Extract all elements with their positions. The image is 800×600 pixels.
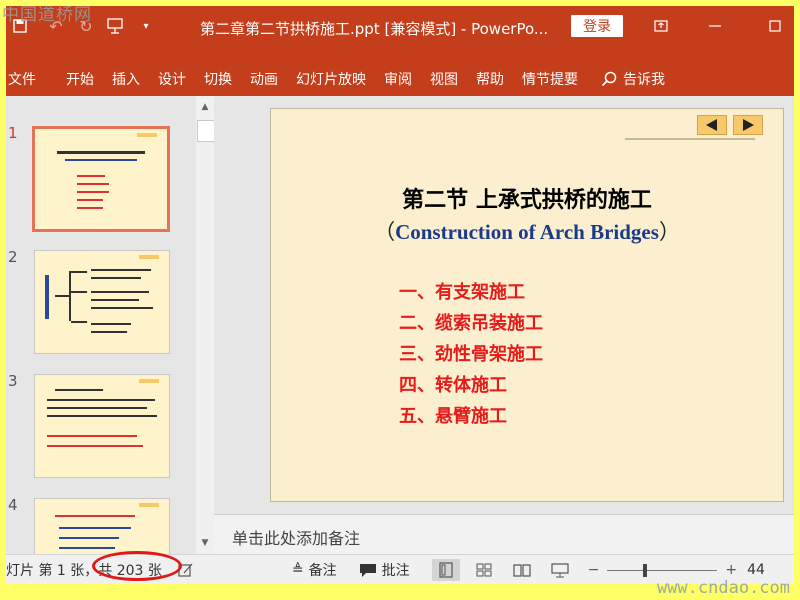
- slide-thumbnail-4[interactable]: [34, 498, 170, 554]
- slide-number-2: 2: [8, 248, 18, 266]
- zoom-level[interactable]: 44: [747, 562, 765, 578]
- tab-review[interactable]: 审阅: [375, 69, 421, 89]
- notes-icon: ≜: [291, 562, 304, 578]
- search-icon: [601, 71, 617, 87]
- notes-label: 备注: [308, 563, 337, 579]
- list-item: 三、劲性骨架施工: [399, 344, 543, 365]
- subtitle-english: Construction of Arch Bridges: [395, 220, 659, 244]
- scroll-up-arrow-icon[interactable]: ▲: [198, 100, 212, 114]
- next-arrow-icon[interactable]: [733, 115, 763, 135]
- slide-outline-list: 一、有支架施工 二、缆索吊装施工 三、劲性骨架施工 四、转体施工 五、悬臂施工: [399, 277, 543, 432]
- maximize-icon[interactable]: [760, 12, 790, 40]
- notes-placeholder: 单击此处添加备注: [232, 529, 361, 548]
- notes-pane[interactable]: 单击此处添加备注: [214, 514, 794, 555]
- present-icon[interactable]: [102, 12, 130, 40]
- slide-editor: 第二节 上承式拱桥的施工 （Construction of Arch Bridg…: [214, 96, 794, 514]
- zoom-slider[interactable]: [607, 563, 718, 577]
- slide-number-4: 4: [8, 496, 18, 514]
- tell-me-search[interactable]: 告诉我: [601, 69, 665, 89]
- slide-nav-arrows: [697, 115, 763, 135]
- slide-thumbnail-1[interactable]: [32, 126, 170, 232]
- tab-transitions[interactable]: 切换: [195, 69, 241, 89]
- comments-label: 批注: [381, 563, 410, 579]
- slideshow-view-icon[interactable]: [546, 559, 574, 581]
- tab-slideshow[interactable]: 幻灯片放映: [287, 69, 375, 89]
- tab-view[interactable]: 视图: [421, 69, 467, 89]
- document-title: 第二章第二节拱桥施工.ppt [兼容模式] - PowerPo...: [200, 20, 549, 38]
- zoom-out-icon[interactable]: −: [588, 562, 600, 578]
- minimize-icon[interactable]: [700, 12, 730, 40]
- list-item: 二、缆索吊装施工: [399, 313, 543, 334]
- tell-me-label: 告诉我: [623, 72, 665, 88]
- tab-insert[interactable]: 插入: [103, 69, 149, 89]
- customize-qa-icon[interactable]: ▾: [132, 12, 160, 40]
- thumbnail-scrollbar[interactable]: ▲ ▼: [196, 96, 215, 554]
- list-item: 四、转体施工: [399, 375, 507, 396]
- tab-design[interactable]: 设计: [149, 69, 195, 89]
- login-button[interactable]: 登录: [571, 15, 623, 37]
- comments-button[interactable]: 批注: [359, 560, 410, 580]
- title-bar: ↶ ↻ ▾ 第二章第二节拱桥施工.ppt [兼容模式] - PowerPo...…: [6, 6, 794, 62]
- notes-button[interactable]: ≜ 备注: [292, 560, 337, 580]
- list-item: 一、有支架施工: [399, 282, 525, 303]
- tab-help[interactable]: 帮助: [467, 69, 513, 89]
- ribbon-display-icon[interactable]: [646, 12, 676, 40]
- scroll-down-arrow-icon[interactable]: ▼: [198, 536, 212, 550]
- comment-icon: [359, 563, 376, 577]
- tab-animations[interactable]: 动画: [241, 69, 287, 89]
- slide-sorter-icon[interactable]: [470, 559, 498, 581]
- tab-file[interactable]: 文件: [6, 69, 45, 89]
- slide-number-1: 1: [8, 124, 18, 142]
- slide-subtitle: （Construction of Arch Bridges）: [271, 216, 783, 246]
- slide-thumbnail-pane: 1 2 3 4: [6, 96, 196, 554]
- tab-storyboard[interactable]: 情节提要: [513, 69, 587, 89]
- prev-arrow-icon[interactable]: [697, 115, 727, 135]
- tab-home[interactable]: 开始: [57, 69, 103, 89]
- scrollbar-thumb[interactable]: [197, 120, 215, 142]
- zoom-in-icon[interactable]: +: [725, 562, 737, 578]
- watermark-top: 中国道桥网: [2, 5, 92, 25]
- powerpoint-window: ↶ ↻ ▾ 第二章第二节拱桥施工.ppt [兼容模式] - PowerPo...…: [6, 6, 794, 594]
- normal-view-icon[interactable]: [431, 559, 460, 581]
- watermark-bottom: www.cndao.com: [656, 578, 790, 598]
- subtitle-close-paren: ）: [658, 220, 680, 244]
- slide-thumbnail-3[interactable]: [34, 374, 170, 478]
- current-slide[interactable]: 第二节 上承式拱桥的施工 （Construction of Arch Bridg…: [270, 108, 784, 502]
- ribbon-tabs: 文件 开始 插入 设计 切换 动画 幻灯片放映 审阅 视图 帮助 情节提要 告诉…: [6, 62, 794, 96]
- reading-view-icon[interactable]: [508, 559, 536, 581]
- list-item: 五、悬臂施工: [399, 406, 507, 427]
- annotation-circle: [92, 551, 182, 581]
- subtitle-open-paren: （: [374, 220, 396, 244]
- slide-header-rule: [625, 138, 755, 140]
- slide-title: 第二节 上承式拱桥的施工: [402, 187, 652, 213]
- slide-thumbnail-2[interactable]: [34, 250, 170, 354]
- slide-number-3: 3: [8, 372, 18, 390]
